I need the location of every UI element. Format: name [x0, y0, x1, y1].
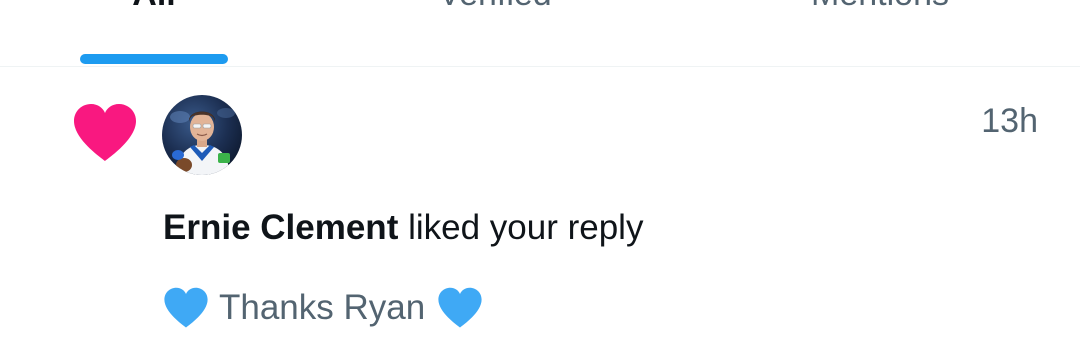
notification-headline: Ernie Clement liked your reply — [163, 207, 643, 249]
reply-preview: Thanks Ryan — [163, 285, 483, 331]
tab-mentions-label: Mentions — [770, 0, 990, 14]
tab-mentions[interactable]: Mentions — [770, 0, 990, 66]
notification-item[interactable]: 13h Ernie Clement liked your reply Thank… — [0, 67, 1080, 360]
active-tab-indicator — [80, 54, 228, 64]
timestamp: 13h — [981, 102, 1038, 140]
notification-tabs: All Verified Mentions — [0, 0, 1080, 67]
tab-all-label: All — [80, 0, 228, 14]
blue-heart-icon — [163, 287, 209, 329]
avatar[interactable] — [162, 95, 242, 175]
reply-text: Thanks Ryan — [219, 288, 426, 327]
heart-icon — [72, 103, 138, 163]
tab-verified[interactable]: Verified — [400, 0, 590, 66]
actor-name[interactable]: Ernie Clement — [163, 208, 398, 247]
action-text: liked your reply — [398, 208, 644, 247]
blue-heart-icon — [437, 287, 483, 329]
tab-verified-label: Verified — [400, 0, 590, 14]
